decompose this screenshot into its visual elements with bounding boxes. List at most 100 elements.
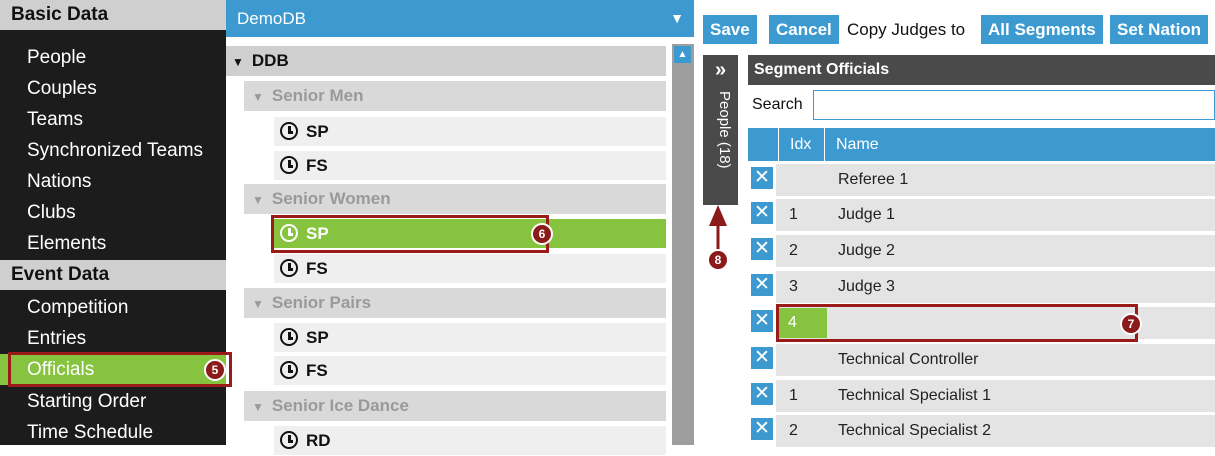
clock-icon <box>280 328 298 346</box>
row-idx: 2 <box>789 422 798 439</box>
highlight-senior-women-sp <box>271 215 549 253</box>
cancel-button[interactable]: Cancel <box>769 15 839 44</box>
tree-scrollbar[interactable]: ▲ <box>672 44 694 445</box>
tree-segment-senior-men-fs[interactable]: FS <box>274 151 666 181</box>
close-icon[interactable]: ✕ <box>751 238 773 260</box>
close-icon[interactable]: ✕ <box>751 383 773 405</box>
tree-group-label: Senior Men <box>271 86 364 105</box>
tree-segment-senior-ice-dance-rd[interactable]: RD <box>274 426 666 456</box>
clock-icon <box>280 122 298 140</box>
sidebar-item-starting-order[interactable]: Starting Order <box>0 386 226 417</box>
tree-segment-label: FS <box>306 259 328 278</box>
search-label: Search <box>752 96 803 113</box>
tree-group-label: Senior Ice Dance <box>271 396 409 415</box>
sidebar-item-people[interactable]: People <box>0 42 226 73</box>
row-name: Technical Specialist 2 <box>838 422 991 439</box>
callout-badge-7: 7 <box>1120 313 1142 335</box>
close-icon[interactable]: ✕ <box>751 167 773 189</box>
people-tab-label: People (18) <box>716 91 733 169</box>
sidebar-item-clubs[interactable]: Clubs <box>0 197 226 228</box>
close-icon[interactable]: ✕ <box>751 310 773 332</box>
tree-segment-senior-men-sp[interactable]: SP <box>274 117 666 147</box>
tree-group-senior-pairs[interactable]: ▼ Senior Pairs <box>244 288 666 318</box>
tree-segment-label: RD <box>306 431 331 450</box>
expand-panel-icon[interactable]: » <box>703 59 738 82</box>
tree-root-node[interactable]: ▼ DDB <box>226 46 666 76</box>
row-idx: 1 <box>789 206 798 223</box>
tree-group-senior-ice-dance[interactable]: ▼ Senior Ice Dance <box>244 391 666 421</box>
row-name: Judge 3 <box>838 278 895 295</box>
table-row[interactable]: ✕ Referee 1 <box>748 163 1215 197</box>
row-idx: 2 <box>789 242 798 259</box>
callout-badge-8: 8 <box>707 249 729 271</box>
tree-group-senior-women[interactable]: ▼ Senior Women <box>244 184 666 214</box>
sidebar-item-elements[interactable]: Elements <box>0 228 226 259</box>
idx-column-header[interactable]: Idx <box>790 128 811 161</box>
expand-triangle-icon[interactable]: ▼ <box>252 392 264 422</box>
row-name: Referee 1 <box>838 171 909 188</box>
clock-icon <box>280 361 298 379</box>
close-icon[interactable]: ✕ <box>751 202 773 224</box>
clock-icon <box>280 431 298 449</box>
close-icon[interactable]: ✕ <box>751 347 773 369</box>
row-name: Judge 2 <box>838 242 895 259</box>
tree-segment-senior-pairs-fs[interactable]: FS <box>274 356 666 386</box>
sidebar-item-competition[interactable]: Competition <box>0 292 226 323</box>
tree-root-label: DDB <box>251 51 289 70</box>
database-name: DemoDB <box>237 9 306 28</box>
name-column-header[interactable]: Name <box>836 128 879 161</box>
sidebar-item-couples[interactable]: Couples <box>0 73 226 104</box>
chevron-down-icon[interactable]: ▼ <box>670 0 684 37</box>
table-row[interactable]: ✕ 1 Judge 1 <box>748 198 1215 232</box>
table-row[interactable]: ✕ 2 Technical Specialist 2 <box>748 414 1215 448</box>
all-segments-button[interactable]: All Segments <box>981 15 1103 44</box>
set-nation-button[interactable]: Set Nation <box>1110 15 1209 44</box>
officials-table-header: Idx Name <box>748 128 1215 161</box>
sidebar-item-teams[interactable]: Teams <box>0 104 226 135</box>
sidebar-section-event-data: Event Data <box>0 260 226 290</box>
tree-segment-senior-pairs-sp[interactable]: SP <box>274 323 666 353</box>
callout-badge-5: 5 <box>204 359 226 381</box>
tree-segment-senior-women-fs[interactable]: FS <box>274 254 666 284</box>
row-name: Technical Controller <box>838 351 979 368</box>
table-row[interactable]: ✕ Technical Controller <box>748 343 1215 377</box>
sidebar-item-synchronized-teams[interactable]: Synchronized Teams <box>0 135 226 166</box>
sidebar-item-time-schedule[interactable]: Time Schedule <box>0 417 226 448</box>
row-idx: 1 <box>789 387 798 404</box>
tree-segment-label: FS <box>306 361 328 380</box>
table-row[interactable]: ✕ 2 Judge 2 <box>748 234 1215 268</box>
toolbar: Save Cancel Copy Judges to All Segments … <box>700 0 1215 52</box>
search-input[interactable] <box>813 90 1215 120</box>
sidebar-section-basic-data: Basic Data <box>0 0 226 30</box>
expand-triangle-icon[interactable]: ▼ <box>232 47 244 77</box>
clock-icon <box>280 259 298 277</box>
expand-triangle-icon[interactable]: ▼ <box>252 185 264 215</box>
sidebar-item-entries[interactable]: Entries <box>0 323 226 354</box>
tree-group-label: Senior Women <box>271 189 391 208</box>
row-idx: 3 <box>789 278 798 295</box>
expand-triangle-icon[interactable]: ▼ <box>252 289 264 319</box>
tree-group-label: Senior Pairs <box>271 293 372 312</box>
close-icon[interactable]: ✕ <box>751 274 773 296</box>
table-row[interactable]: ✕ 1 Technical Specialist 1 <box>748 379 1215 413</box>
scroll-up-icon[interactable]: ▲ <box>674 46 691 63</box>
database-select[interactable]: DemoDB ▼ <box>226 0 694 37</box>
callout-badge-6: 6 <box>531 223 553 245</box>
remove-column-header <box>748 128 779 161</box>
highlight-empty-official-row <box>776 304 1138 342</box>
clock-icon <box>280 156 298 174</box>
close-icon[interactable]: ✕ <box>751 418 773 440</box>
sidebar-item-nations[interactable]: Nations <box>0 166 226 197</box>
save-button[interactable]: Save <box>703 15 757 44</box>
row-name: Judge 1 <box>838 206 895 223</box>
copy-judges-label: Copy Judges to <box>847 20 966 39</box>
people-side-tab[interactable]: » People (18) <box>703 55 738 205</box>
segment-officials-title: Segment Officials <box>748 55 1215 85</box>
table-row[interactable]: ✕ 3 Judge 3 <box>748 270 1215 304</box>
highlight-officials <box>8 352 232 387</box>
callout-arrow-head <box>709 205 727 226</box>
expand-triangle-icon[interactable]: ▼ <box>252 82 264 112</box>
row-name: Technical Specialist 1 <box>838 387 991 404</box>
column-separator <box>824 128 825 161</box>
tree-group-senior-men[interactable]: ▼ Senior Men <box>244 81 666 111</box>
